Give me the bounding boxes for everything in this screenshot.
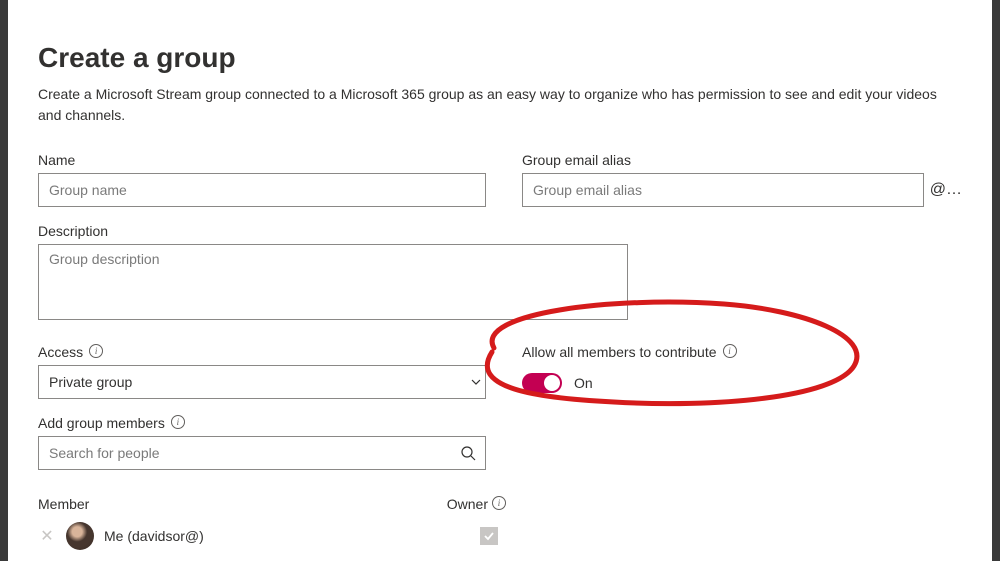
member-list-header: Member Owner [38, 496, 506, 512]
field-email-alias: Group email alias @… [522, 152, 962, 207]
name-label: Name [38, 152, 75, 168]
avatar [66, 522, 94, 550]
group-description-input[interactable] [38, 244, 628, 320]
add-members-label: Add group members [38, 415, 165, 431]
access-label: Access [38, 344, 83, 360]
field-access: Access Private group [38, 344, 486, 399]
field-allow-contribute: Allow all members to contribute On [522, 344, 737, 393]
allow-contribute-toggle[interactable] [522, 373, 562, 393]
info-icon[interactable] [723, 344, 737, 358]
member-row: ✕ Me (davidsor@) [38, 522, 506, 550]
field-description: Description [38, 223, 962, 320]
member-display-name: Me (davidsor@) [104, 528, 470, 544]
info-icon[interactable] [89, 344, 103, 358]
description-label: Description [38, 223, 108, 239]
search-icon [460, 445, 476, 461]
field-name: Name [38, 152, 486, 207]
field-add-members: Add group members [38, 415, 962, 470]
toggle-knob [544, 375, 560, 391]
info-icon[interactable] [171, 415, 185, 429]
email-suffix: @… [924, 181, 962, 199]
add-members-search-input[interactable] [38, 436, 486, 470]
owner-column-header: Owner [447, 496, 488, 512]
page-title: Create a group [38, 42, 962, 74]
member-column-header: Member [38, 496, 447, 512]
group-email-alias-input[interactable] [522, 173, 924, 207]
info-icon[interactable] [492, 496, 506, 510]
access-select[interactable]: Private group [38, 365, 486, 399]
owner-checkbox[interactable] [480, 527, 498, 545]
remove-member-icon: ✕ [38, 526, 56, 546]
page-description: Create a Microsoft Stream group connecte… [38, 84, 962, 126]
group-name-input[interactable] [38, 173, 486, 207]
create-group-modal: Create a group Create a Microsoft Stream… [8, 0, 992, 561]
email-alias-label: Group email alias [522, 152, 631, 168]
allow-contribute-label: Allow all members to contribute [522, 344, 717, 360]
toggle-state-label: On [574, 375, 593, 391]
